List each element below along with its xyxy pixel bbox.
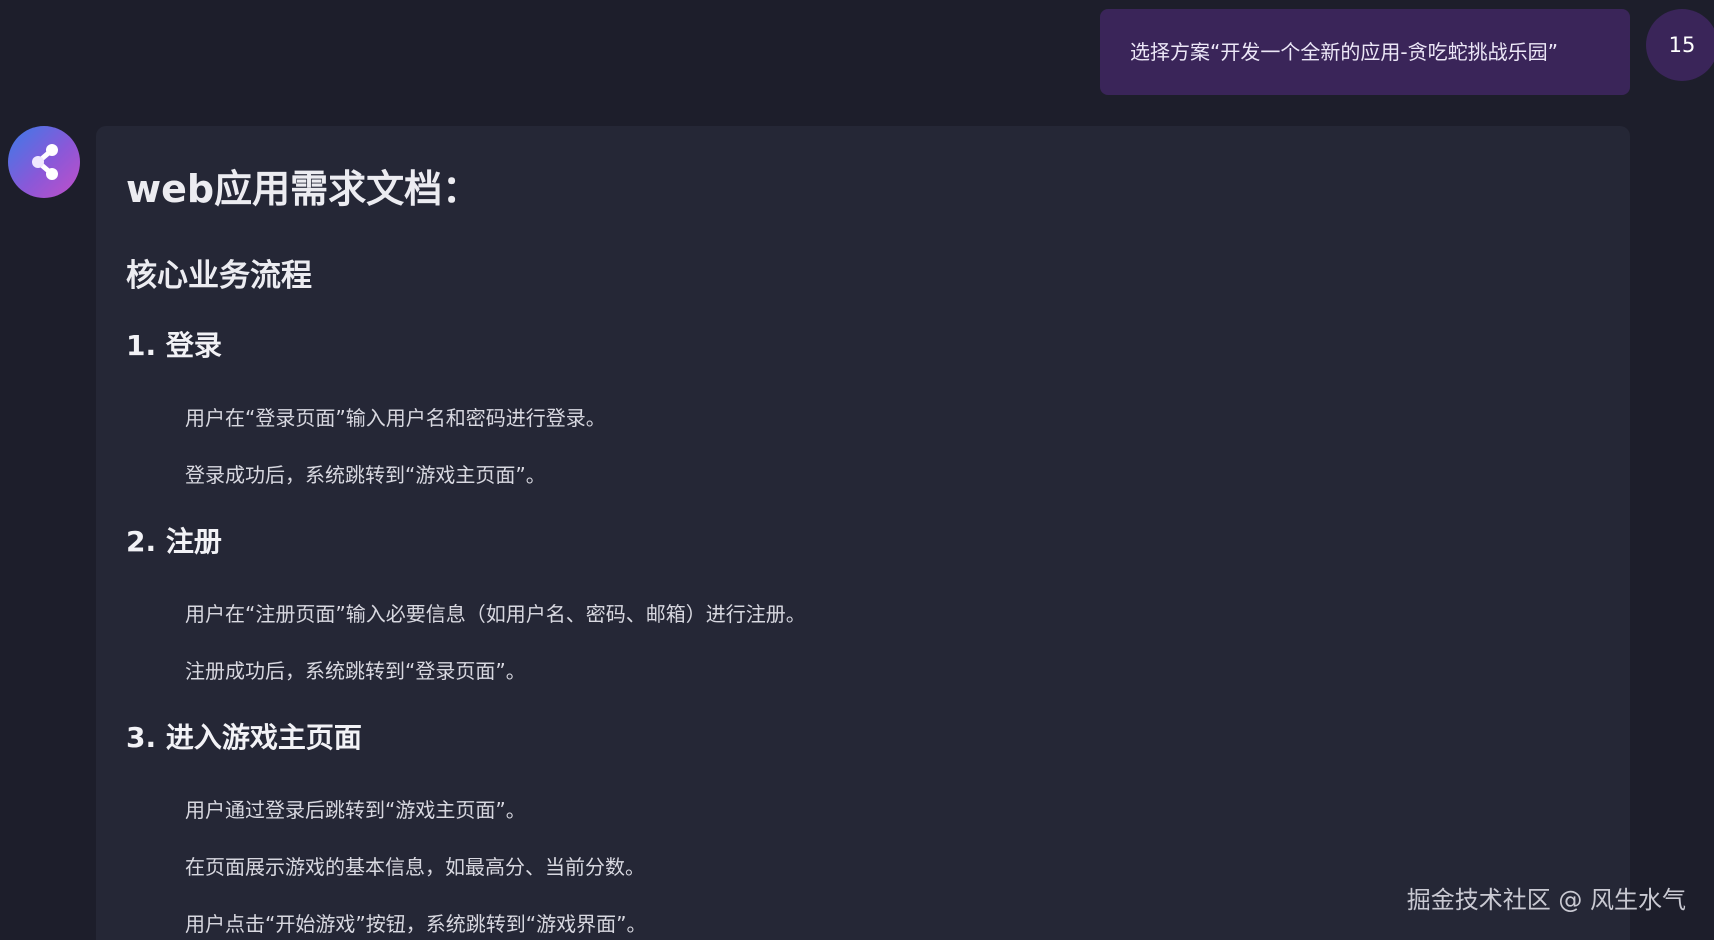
step-heading-game-home: 3. 进入游戏主页面 bbox=[126, 721, 362, 754]
step-line: 用户通过登录后跳转到“游戏主页面”。 bbox=[185, 798, 526, 822]
chat-page: 选择方案“开发一个全新的应用-贪吃蛇挑战乐园” 15 web应用需求文档： 核心… bbox=[0, 0, 1714, 940]
section-heading: 核心业务流程 bbox=[126, 258, 312, 294]
assistant-message: web应用需求文档： 核心业务流程 1. 登录 用户在“登录页面”输入用户名和密… bbox=[96, 126, 1630, 940]
share-icon bbox=[32, 144, 58, 180]
step-line: 用户点击“开始游戏”按钮，系统跳转到“游戏界面”。 bbox=[185, 912, 647, 936]
user-message-bubble: 选择方案“开发一个全新的应用-贪吃蛇挑战乐园” bbox=[1100, 9, 1630, 95]
step-heading-login: 1. 登录 bbox=[126, 329, 222, 362]
step-line: 注册成功后，系统跳转到“登录页面”。 bbox=[185, 659, 526, 683]
document-title: web应用需求文档： bbox=[126, 167, 481, 211]
step-line: 用户在“注册页面”输入必要信息（如用户名、密码、邮箱）进行注册。 bbox=[185, 602, 806, 626]
watermark: 掘金技术社区 @ 风生水气 bbox=[1406, 886, 1686, 914]
step-line: 在页面展示游戏的基本信息，如最高分、当前分数。 bbox=[185, 855, 645, 879]
user-avatar[interactable]: 15 bbox=[1646, 9, 1714, 81]
step-line: 登录成功后，系统跳转到“游戏主页面”。 bbox=[185, 463, 546, 487]
step-line: 用户在“登录页面”输入用户名和密码进行登录。 bbox=[185, 406, 606, 430]
step-heading-register: 2. 注册 bbox=[126, 525, 222, 558]
assistant-avatar bbox=[8, 126, 80, 198]
